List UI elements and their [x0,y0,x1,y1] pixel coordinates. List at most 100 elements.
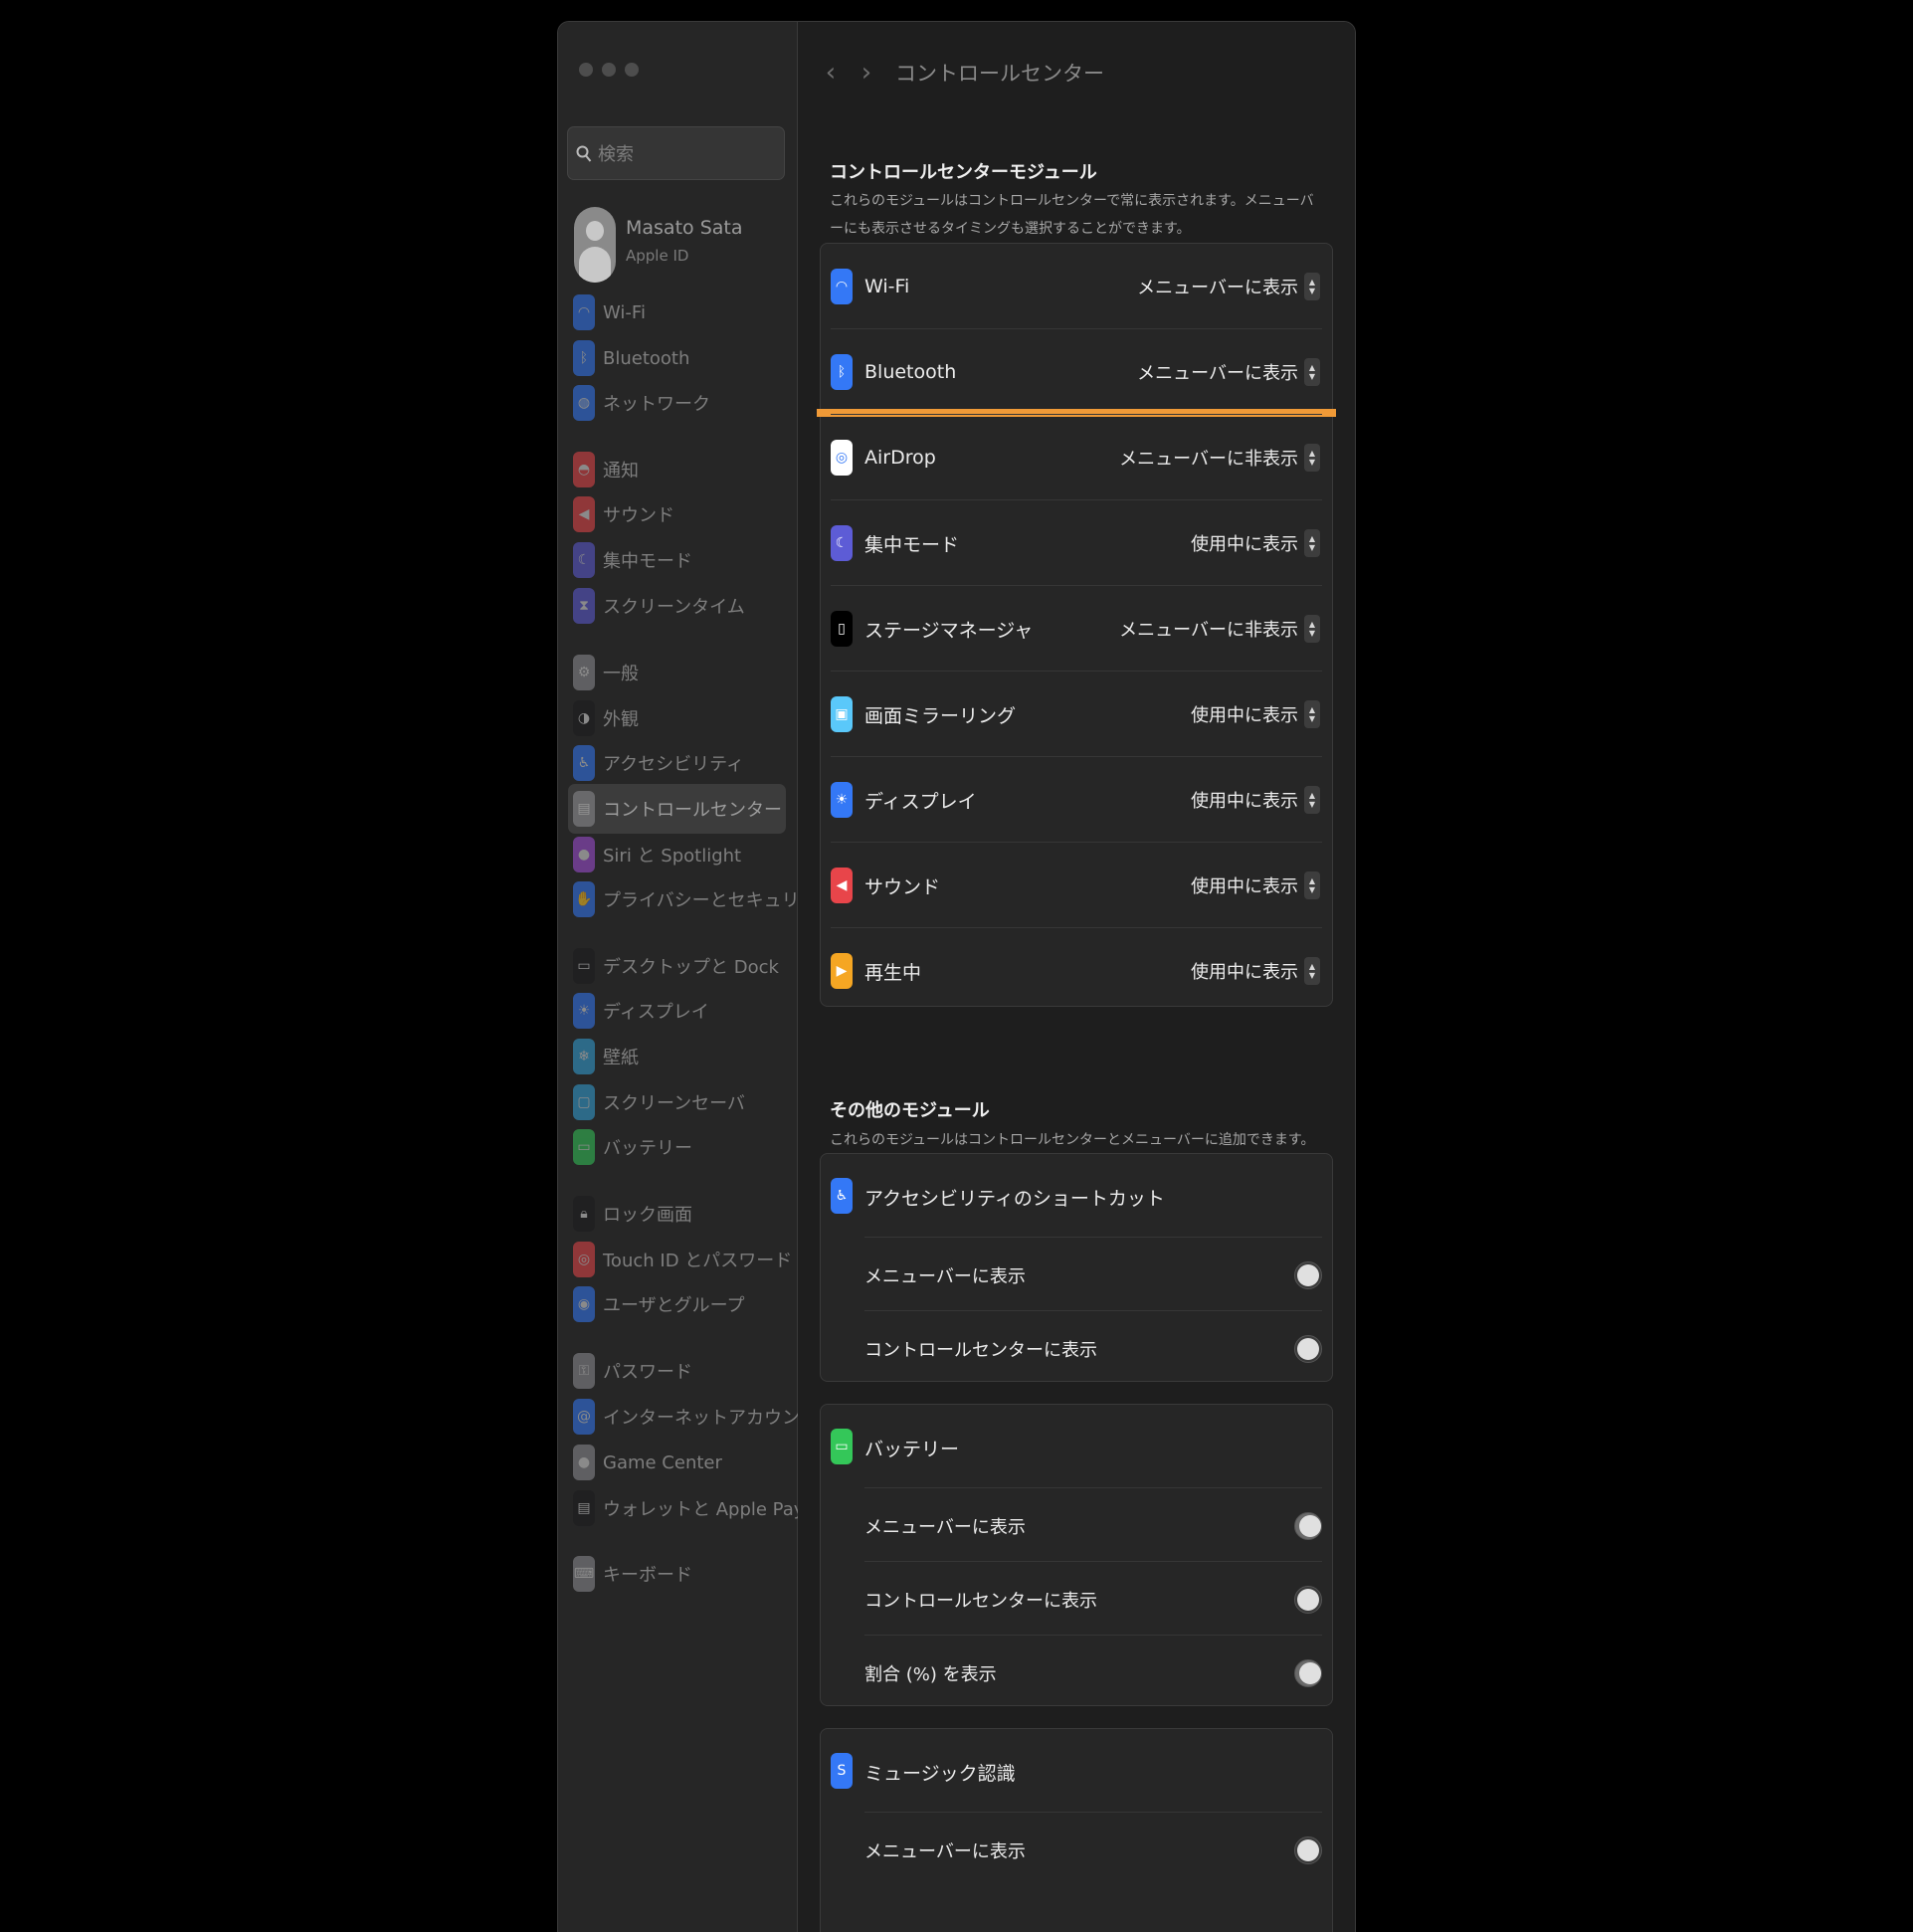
sidebar-item[interactable]: ♿ アクセシビリティ [568,738,786,788]
settings-window: Masato Sata Apple ID ◠ Wi-Fi ᛒ Bluetooth ◍ ネッ… [557,21,1356,1932]
gear-icon: ⚙ [573,655,595,690]
module-title: ミュージック認識 [864,1763,1016,1785]
module-visibility-select[interactable]: メニューバーに表示 [1137,359,1298,385]
sidebar-item-label: Game Center [603,1451,722,1473]
forward-chevron-icon[interactable]: › [856,58,877,88]
sidebar-item[interactable]: ● Siri と Spotlight [568,830,786,879]
battery-icon: ▭ [831,1429,853,1464]
sidebar-item-label: サウンド [603,505,674,526]
updown-chevron-icon[interactable]: ▲ ▼ [1304,957,1320,985]
option-toggle[interactable] [1294,1659,1322,1687]
updown-chevron-icon[interactable]: ▲ ▼ [1304,444,1320,472]
sidebar-item[interactable]: ☾ 集中モード [568,535,786,585]
updown-chevron-icon[interactable]: ▲ ▼ [1304,700,1320,728]
search-field[interactable] [567,126,785,181]
search-input[interactable] [596,127,779,181]
module-row: ☾ 集中モード 使用中に表示 ▲ ▼ [821,500,1332,586]
sidebar-item[interactable]: ⧗ スクリーンタイム [568,581,786,631]
sidebar-item[interactable]: ▭ デスクトップと Dock [568,941,786,991]
sidebar-item-label: バッテリー [603,1138,692,1159]
back-chevron-icon[interactable]: ‹ [820,58,842,88]
moon-icon: ☾ [831,525,853,561]
zoom-window-button[interactable] [625,63,639,77]
modules-section-title: コントロールセンターモジュール [830,162,1097,183]
accessibility-shortcut-card: ♿ アクセシビリティのショートカット メニューバーに表示 コントロールセンターに表示 [820,1153,1333,1382]
sidebar-item[interactable]: @ インターネットアカウント [568,1392,818,1442]
globe-icon: ◍ [573,385,595,421]
battery-card: ▭ バッテリー メニューバーに表示 コントロールセンターに表示 割合 (%) を表示 [820,1404,1333,1706]
sidebar-item[interactable]: ◀ サウンド [568,489,786,539]
updown-chevron-icon[interactable]: ▲ ▼ [1304,273,1320,300]
sidebar-item[interactable]: ⚙ 一般 [568,648,786,697]
other-section-title: その他のモジュール [830,1100,990,1121]
module-row: ◠ Wi-Fi メニューバーに表示 ▲ ▼ [821,244,1332,329]
sidebar-item[interactable]: ✋ プライバシーとセキュリティ [568,874,835,924]
option-toggle[interactable] [1294,1586,1322,1614]
module-visibility-select[interactable]: 使用中に表示 [1191,958,1298,984]
battery-icon: ▭ [573,1129,595,1165]
option-label: メニューバーに表示 [864,1517,1026,1538]
sidebar-item[interactable]: 🔒︎ ロック画面 [568,1189,786,1239]
sidebar-item[interactable]: ◓ 通知 [568,445,786,494]
option-toggle[interactable] [1294,1836,1322,1864]
apple-id-account[interactable]: Masato Sata Apple ID [574,207,783,287]
option-toggle[interactable] [1294,1261,1322,1289]
module-title: バッテリー [864,1439,960,1460]
updown-chevron-icon[interactable]: ▲ ▼ [1304,871,1320,899]
module-visibility-select[interactable]: メニューバーに表示 [1137,274,1298,299]
option-row: メニューバーに表示 [821,1813,1332,1886]
sidebar-item[interactable]: ◠ Wi-Fi [568,288,786,337]
updown-chevron-icon[interactable]: ▲ ▼ [1304,358,1320,386]
sun-icon: ☀ [831,782,853,818]
module-header: ♿ アクセシビリティのショートカット [821,1154,1332,1238]
module-label: ディスプレイ [864,790,977,813]
sidebar-item[interactable]: ⌨ キーボード [568,1549,786,1599]
option-toggle[interactable] [1294,1335,1322,1363]
wallpaper-icon: ❄ [573,1039,595,1074]
sidebar-item-label: Touch ID とパスワード [603,1251,793,1271]
minimize-window-button[interactable] [602,63,616,77]
wifi-icon: ◠ [573,294,595,330]
sidebar-item[interactable]: ▤ ウォレットと Apple Pay [568,1483,804,1533]
sidebar-item-label: コントロールセンター [603,800,782,821]
sidebar-item[interactable]: ▤ コントロールセンター [568,784,786,834]
sidebar-item[interactable]: ◉ ユーザとグループ [568,1279,786,1329]
appearance-icon: ◑ [573,700,595,736]
updown-chevron-icon[interactable]: ▲ ▼ [1304,529,1320,557]
sidebar-item[interactable]: ● Game Center [568,1438,786,1487]
sidebar-item[interactable]: ☀ ディスプレイ [568,986,786,1036]
bluetooth-icon: ᛒ [573,340,595,376]
toggle-knob [1299,1662,1321,1684]
module-visibility-select[interactable]: 使用中に表示 [1191,530,1298,556]
updown-chevron-icon[interactable]: ▲ ▼ [1304,786,1320,814]
sidebar-item-label: ディスプレイ [603,1002,709,1023]
sidebar-item-label: Wi-Fi [603,301,646,323]
at-icon: @ [573,1399,595,1435]
option-toggle[interactable] [1294,1512,1322,1540]
sidebar-item[interactable]: ▢ スクリーンセーバ [568,1077,786,1127]
close-window-button[interactable] [579,63,593,77]
module-visibility-select[interactable]: 使用中に表示 [1191,701,1298,727]
module-visibility-select[interactable]: メニューバーに非表示 [1119,445,1298,471]
sidebar-item[interactable]: ◑ 外観 [568,693,786,743]
bell-icon: ◓ [573,452,595,487]
sidebar-item[interactable]: ▭ バッテリー [568,1122,786,1172]
module-visibility-select[interactable]: 使用中に表示 [1191,787,1298,813]
bluetooth-icon: ᛒ [831,354,853,390]
control-center-icon: ▤ [573,791,595,827]
sidebar-item[interactable]: ◎ Touch ID とパスワード [568,1235,792,1284]
sidebar-item-label: 集中モード [603,551,692,572]
sidebar-item[interactable]: ◍ ネットワーク [568,378,786,428]
option-row: 割合 (%) を表示 [821,1636,1332,1709]
module-visibility-select[interactable]: メニューバーに非表示 [1119,616,1298,642]
module-visibility-select[interactable]: 使用中に表示 [1191,872,1298,898]
module-label: Bluetooth [864,361,957,383]
updown-chevron-icon[interactable]: ▲ ▼ [1304,615,1320,643]
hand-icon: ✋ [573,881,595,917]
sidebar-item[interactable]: ᛒ Bluetooth [568,333,786,383]
module-label: Wi-Fi [864,276,910,297]
sidebar-item[interactable]: ❄ 壁紙 [568,1032,786,1081]
sidebar-item[interactable]: ⚿ パスワード [568,1346,786,1396]
user-subtitle: Apple ID [626,247,689,265]
airdrop-icon: ◎ [831,440,853,476]
